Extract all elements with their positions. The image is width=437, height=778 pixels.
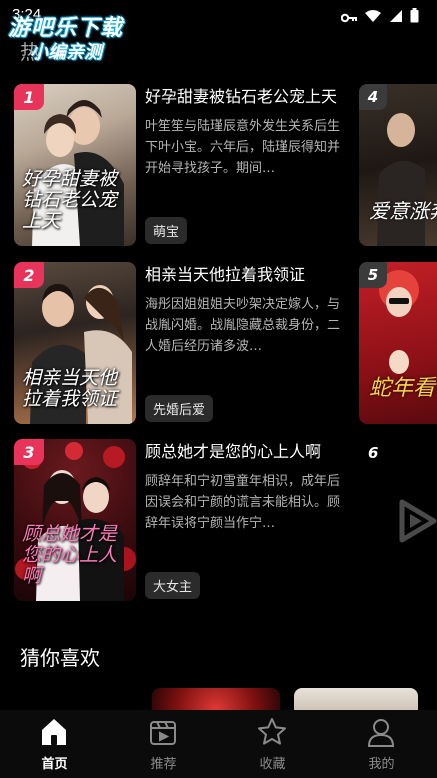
drama-title[interactable]: 好孕甜妻被钻石老公宠上天 <box>145 84 345 110</box>
user-icon <box>365 716 397 748</box>
drama-cover[interactable]: 1 好孕甜妻被钻石老公宠上天 <box>14 84 136 246</box>
rank-badge: 2 <box>14 262 44 288</box>
drama-info: 好孕甜妻被钻石老公宠上天 叶笙笙与陆瑾辰意外发生关系后生下叶小宝。六年后，陆瑾辰… <box>145 84 345 246</box>
drama-cover-side[interactable]: 4 爱意涨奔涌 <box>359 84 437 246</box>
section-title-ranking: 热 <box>20 40 40 64</box>
drama-description: 叶笙笙与陆瑾辰意外发生关系后生下叶小宝。六年后，陆瑾辰得知并开始寻找孩子。期间… <box>145 119 341 176</box>
star-icon <box>256 716 288 748</box>
drama-title[interactable]: 相亲当天他拉着我领证 <box>145 262 345 288</box>
drama-item[interactable]: 1 好孕甜妻被钻石老公宠上天 好孕甜妻被钻石老公宠上天 叶笙笙与陆瑾辰意外发生关… <box>14 84 344 246</box>
guess-cover[interactable] <box>152 688 280 710</box>
tab-recommend[interactable]: 推荐 <box>109 710 218 778</box>
signal-icon <box>389 8 403 27</box>
status-icons <box>340 8 419 27</box>
drama-tag[interactable]: 大女主 <box>145 572 201 599</box>
rank-badge: 1 <box>14 84 44 110</box>
key-icon <box>340 8 357 27</box>
battery-icon <box>410 8 419 27</box>
drama-cover[interactable]: 2 相亲当天他拉着我领证 <box>14 262 136 424</box>
drama-tag[interactable]: 萌宝 <box>145 217 188 244</box>
tab-label: 推荐 <box>150 757 177 772</box>
section-title-guess: 猜你喜欢 <box>20 646 100 670</box>
drama-description: 海彤因姐姐姐夫吵架决定嫁人，与战胤闪婚。战胤隐藏总裁身份，二人婚后经历诸多波… <box>145 297 341 354</box>
guess-cover[interactable] <box>294 688 418 710</box>
rank-badge: 3 <box>14 439 44 465</box>
cover-title: 爱意涨奔涌 <box>369 199 437 223</box>
bottom-tab-bar: 首页 推荐 收藏 我的 <box>0 710 437 778</box>
drama-item[interactable]: 2 相亲当天他拉着我领证 相亲当天他拉着我领证 海彤因姐姐姐夫吵架决定嫁人，与战… <box>14 262 344 424</box>
tab-label: 收藏 <box>259 757 286 772</box>
rank-badge: 4 <box>359 84 387 110</box>
tab-label: 首页 <box>41 757 68 772</box>
drama-cover-side[interactable]: 5 蛇年看小宝 <box>359 262 437 424</box>
tab-home[interactable]: 首页 <box>0 710 109 778</box>
rank-badge: 5 <box>359 262 387 288</box>
drama-description: 顾辞年和宁初雪童年相识，成年后因误会和宁颜的谎言未能相认。顾辞年误将宁颜当作宁… <box>145 474 341 531</box>
drama-title[interactable]: 顾总她才是您的心上人啊 <box>145 439 345 465</box>
tab-label: 我的 <box>368 757 395 772</box>
tab-mine[interactable]: 我的 <box>327 710 436 778</box>
tab-favorites[interactable]: 收藏 <box>218 710 327 778</box>
drama-info: 顾总她才是您的心上人啊 顾辞年和宁初雪童年相识，成年后因误会和宁颜的谎言未能相认… <box>145 439 345 601</box>
drama-item[interactable]: 3 顾总她才是您的心上人啊 顾总她才是您的心上人啊 顾辞年和宁初雪童年相识，成年… <box>14 439 344 601</box>
cover-title: 顾总她才是您的心上人啊 <box>22 523 118 587</box>
cover-title: 相亲当天他拉着我领证 <box>22 367 118 410</box>
clapperboard-icon <box>147 716 179 748</box>
drama-cover[interactable]: 3 顾总她才是您的心上人啊 <box>14 439 136 601</box>
play-logo-icon <box>396 496 437 546</box>
drama-tag[interactable]: 先婚后爱 <box>145 395 214 422</box>
wifi-icon <box>364 8 382 27</box>
cover-title: 好孕甜妻被钻石老公宠上天 <box>22 168 118 232</box>
watermark-line2: 小编亲测 <box>30 42 102 63</box>
rank-badge: 6 <box>368 444 379 462</box>
cover-title: 蛇年看小宝 <box>369 376 437 401</box>
drama-info: 相亲当天他拉着我领证 海彤因姐姐姐夫吵架决定嫁人，与战胤闪婚。战胤隐藏总裁身份，… <box>145 262 345 424</box>
home-icon <box>38 716 70 748</box>
